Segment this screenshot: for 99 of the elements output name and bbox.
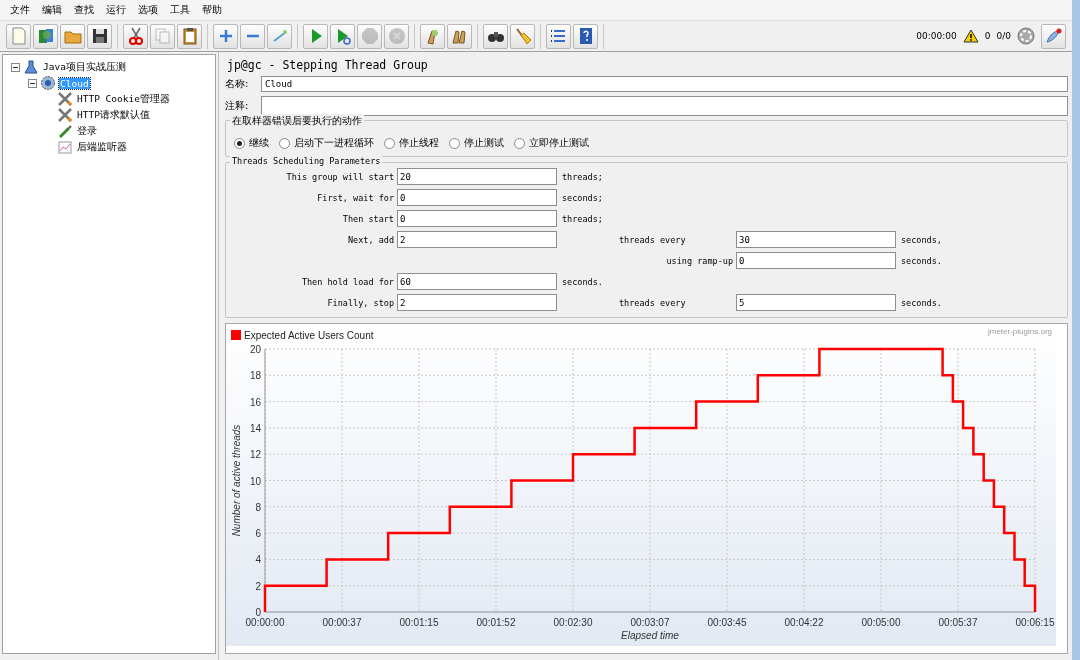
input-field[interactable]: 30 <box>736 231 896 248</box>
status-circle-icon <box>1017 27 1035 45</box>
axis-title: Number of active threads <box>231 424 242 537</box>
tick-label: 00:02:30 <box>553 617 593 628</box>
field-label: seconds; <box>562 192 604 203</box>
feather-icon <box>1043 26 1064 46</box>
tick-label: 00:04:22 <box>784 617 824 628</box>
warning-icon <box>962 29 979 43</box>
close-circle-icon <box>386 26 407 46</box>
tick-label: 8 <box>255 501 261 513</box>
tick-label: 14 <box>249 422 261 434</box>
legend-label: Expected Active Users Count <box>244 330 374 341</box>
tick-label: 00:05:00 <box>861 617 901 628</box>
menu-item[interactable]: 帮助 <box>196 3 228 17</box>
input-field[interactable]: 60 <box>397 273 557 290</box>
tick-label: 00:01:15 <box>399 617 439 628</box>
field-label: seconds. <box>562 276 604 287</box>
tree-item[interactable]: 后端监听器 <box>76 140 128 154</box>
group-title: 在取样器错误后要执行的动作 <box>230 114 364 128</box>
tree-item[interactable]: HTTP Cookie管理器 <box>76 92 171 106</box>
tick-label: 20 <box>249 344 261 355</box>
field-label: 注释: <box>225 99 250 113</box>
field-label: Finally, stop <box>326 297 394 308</box>
tick-label: 00:06:15 <box>1015 617 1055 628</box>
text-field[interactable]: Cloud <box>261 76 1068 92</box>
menu-item[interactable]: 运行 <box>100 3 132 17</box>
tree-item[interactable]: Java项目实战压测 <box>42 60 127 74</box>
radio-button[interactable]: 停止测试 <box>449 136 504 150</box>
tree-item[interactable]: HTTP请求默认值 <box>76 108 151 122</box>
field-label: threads every <box>618 234 687 245</box>
menu-item[interactable]: 工具 <box>164 3 196 17</box>
pen-icon <box>57 123 73 139</box>
toolbar-button[interactable] <box>87 23 112 49</box>
chart-icon <box>57 139 73 155</box>
field-label: Then hold load for <box>300 276 394 287</box>
field-label: threads every <box>618 297 687 308</box>
field-label: threads; <box>562 213 604 224</box>
tick-label: 2 <box>255 580 261 592</box>
menu-item[interactable]: 文件 <box>4 3 36 17</box>
field-label: threads; <box>562 171 604 182</box>
input-field[interactable]: 2 <box>397 294 557 311</box>
toolbar-button[interactable] <box>483 23 508 49</box>
input-field[interactable]: 0 <box>397 189 557 206</box>
legend-swatch <box>231 330 241 340</box>
toolbar-button[interactable] <box>573 23 598 49</box>
field-label: using ramp-up <box>665 255 733 266</box>
tick-label: 18 <box>249 370 261 382</box>
input-field[interactable]: 2 <box>397 231 557 248</box>
flask-icon <box>23 59 39 75</box>
field-label: Then start <box>341 213 394 224</box>
input-field[interactable]: 0 <box>736 252 896 269</box>
tick-label: 0 <box>255 607 261 618</box>
tick-label: 12 <box>249 449 261 461</box>
radio-button[interactable]: 启动下一进程循环 <box>279 136 374 150</box>
axis-title: Elapsed time <box>621 630 679 641</box>
field-label: First, wait for <box>316 192 394 203</box>
input-field[interactable]: 0 <box>397 210 557 227</box>
field-label: seconds. <box>901 297 943 308</box>
credit-text: jmeter-plugins.org <box>987 327 1052 336</box>
menu-item[interactable]: 编辑 <box>36 3 68 17</box>
radio-button[interactable]: 停止线程 <box>384 136 439 150</box>
tick-label: 00:01:52 <box>476 617 516 628</box>
minus-icon <box>246 34 259 38</box>
stop-icon <box>359 26 380 46</box>
input-field[interactable]: 20 <box>397 168 557 185</box>
field-label: Next, add <box>346 234 394 245</box>
text-field[interactable] <box>261 96 1068 116</box>
field-label: seconds. <box>901 255 943 266</box>
field-label: 名称: <box>225 77 250 91</box>
tick-label: 6 <box>255 528 261 540</box>
tools-icon <box>57 91 73 107</box>
thread-count: 0/0 <box>996 31 1011 41</box>
warning-count: 0 <box>984 31 991 41</box>
menu-item[interactable]: 查找 <box>68 3 100 17</box>
tick-label: 16 <box>249 396 261 408</box>
tick-label: 00:00:00 <box>245 617 285 628</box>
tick-label: 00:05:37 <box>938 617 978 628</box>
group-title: Threads Scheduling Parameters <box>230 156 383 166</box>
gear-icon <box>40 75 56 91</box>
tools-icon <box>57 107 73 123</box>
tick-label: 00:03:07 <box>630 617 670 628</box>
expander-icon[interactable] <box>11 62 20 72</box>
expander-icon[interactable] <box>28 78 37 88</box>
field-label: seconds, <box>901 234 943 245</box>
tree-item[interactable]: 登录 <box>76 124 98 138</box>
radio-button[interactable]: 立即停止测试 <box>514 136 589 150</box>
elapsed-time: 00:00:00 <box>916 31 957 41</box>
radio-button[interactable]: 继续 <box>234 136 269 150</box>
tick-label: 10 <box>249 475 261 487</box>
tick-label: 00:00:37 <box>322 617 362 628</box>
menu-item[interactable]: 选项 <box>132 3 164 17</box>
input-field[interactable]: 5 <box>736 294 896 311</box>
copy-icon <box>152 26 173 46</box>
tick-label: 00:03:45 <box>707 617 747 628</box>
tick-label: 4 <box>255 554 261 566</box>
field-label: This group will start <box>285 171 394 182</box>
toolbar-button[interactable] <box>123 23 148 49</box>
panel-title: jp@gc - Stepping Thread Group <box>226 58 429 74</box>
toolbar-button[interactable] <box>177 23 202 49</box>
